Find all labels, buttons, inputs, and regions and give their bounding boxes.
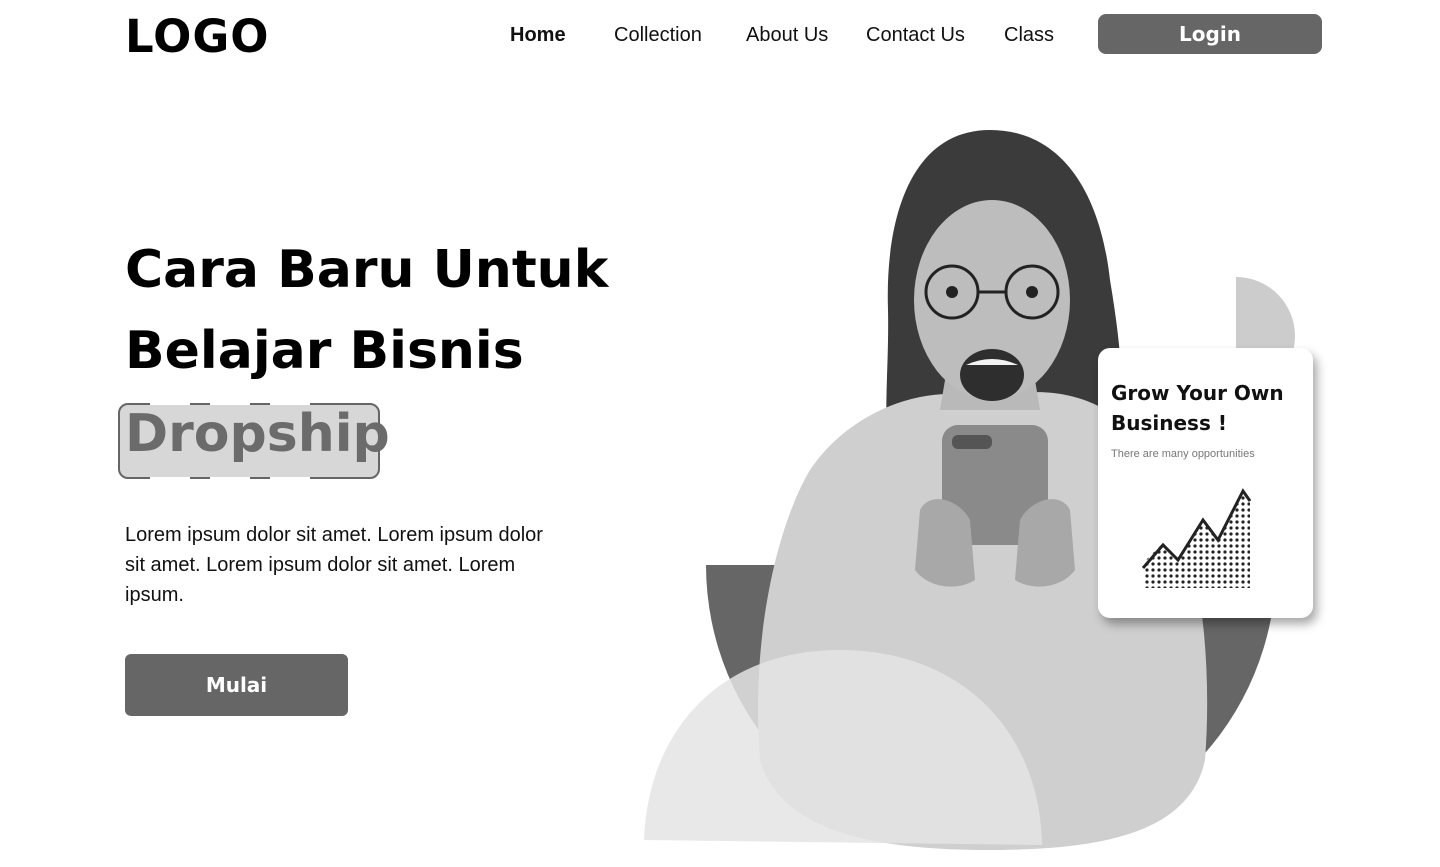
nav-contact-us[interactable]: Contact Us <box>866 24 965 47</box>
login-button[interactable]: Login <box>1098 14 1322 54</box>
card-subtitle: There are many opportunities <box>1111 448 1255 460</box>
hero-highlight-word: Dropship <box>125 404 390 464</box>
start-button[interactable]: Mulai <box>125 654 348 716</box>
growth-chart-icon <box>1141 488 1252 588</box>
hero-description: Lorem ipsum dolor sit amet. Lorem ipsum … <box>125 524 543 606</box>
logo[interactable]: LOGO <box>125 10 270 63</box>
nav-collection[interactable]: Collection <box>614 24 702 47</box>
hero-title-line-1: Cara Baru Untuk <box>125 240 609 300</box>
growth-card: Grow Your Own Business ! There are many … <box>1098 348 1313 618</box>
nav-about-us[interactable]: About Us <box>746 24 828 47</box>
nav-home[interactable]: Home <box>510 24 566 47</box>
nav-class[interactable]: Class <box>1004 24 1054 47</box>
hero-title-line-2: Belajar Bisnis <box>125 321 524 381</box>
card-title: Grow Your Own Business ! <box>1111 381 1284 435</box>
